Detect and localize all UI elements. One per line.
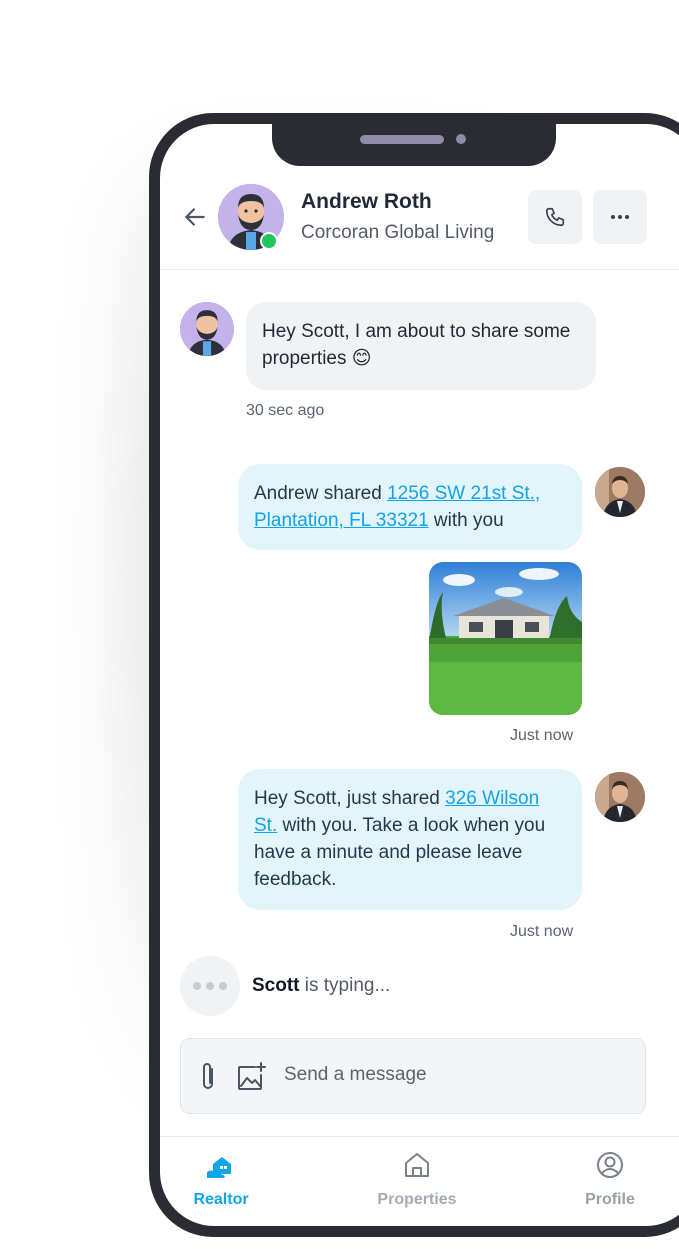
nav-tab-profile[interactable]: Profile <box>555 1148 665 1209</box>
back-arrow-icon[interactable] <box>182 204 208 230</box>
speaker <box>360 135 444 144</box>
typing-user-name: Scott <box>252 975 300 996</box>
avatar-illustration <box>180 302 234 356</box>
message-composer[interactable]: Send a message <box>180 1038 646 1114</box>
nav-tab-properties[interactable]: Properties <box>362 1148 472 1209</box>
notch <box>272 124 556 166</box>
header-divider <box>160 269 679 270</box>
user-photo <box>595 467 645 517</box>
message-text: Hey Scott, just shared <box>254 788 446 809</box>
message-timestamp: 30 sec ago <box>246 402 325 419</box>
nav-label: Realtor <box>193 1191 249 1208</box>
contact-company: Corcoran Global Living <box>301 222 495 243</box>
nav-tab-realtor[interactable]: Realtor <box>166 1148 276 1209</box>
property-photo[interactable] <box>429 562 582 715</box>
camera <box>456 134 466 144</box>
message-text: Andrew shared <box>254 483 388 504</box>
nav-divider <box>160 1136 679 1137</box>
add-image-icon[interactable] <box>235 1061 267 1093</box>
profile-icon <box>597 1152 623 1178</box>
phone-icon <box>545 207 565 227</box>
outgoing-message-bubble: Hey Scott, just shared 326 Wilson St. wi… <box>238 769 582 910</box>
house-image <box>429 562 582 715</box>
message-text: with you <box>428 510 504 531</box>
incoming-message-bubble: Hey Scott, I am about to share some prop… <box>246 302 596 390</box>
my-avatar[interactable] <box>595 772 645 822</box>
chat-screen: Andrew Roth Corcoran Global Living Hey S… <box>160 124 679 1226</box>
call-button[interactable] <box>528 190 582 244</box>
realtor-icon <box>207 1157 231 1178</box>
nav-label: Profile <box>585 1191 635 1208</box>
message-text: Hey Scott, I am about to share some prop… <box>262 321 571 369</box>
message-timestamp: Just now <box>510 923 574 940</box>
contact-name: Andrew Roth <box>301 190 432 213</box>
typing-label: is typing... <box>299 975 391 996</box>
ellipsis-icon <box>611 215 629 219</box>
message-input[interactable]: Send a message <box>284 1064 427 1086</box>
user-photo <box>595 772 645 822</box>
paperclip-icon[interactable] <box>197 1061 219 1093</box>
sender-avatar[interactable] <box>180 302 234 356</box>
typing-status: Scott is typing... <box>252 975 390 997</box>
online-status-dot <box>260 232 278 250</box>
message-text: with you. Take a look when you have a mi… <box>254 815 546 890</box>
more-options-button[interactable] <box>593 190 647 244</box>
nav-label: Properties <box>377 1191 457 1208</box>
outgoing-message-bubble: Andrew shared 1256 SW 21st St., Plantati… <box>238 464 582 550</box>
my-avatar[interactable] <box>595 467 645 517</box>
typing-indicator <box>180 956 240 1016</box>
home-icon <box>405 1153 429 1177</box>
message-timestamp: Just now <box>510 727 574 744</box>
